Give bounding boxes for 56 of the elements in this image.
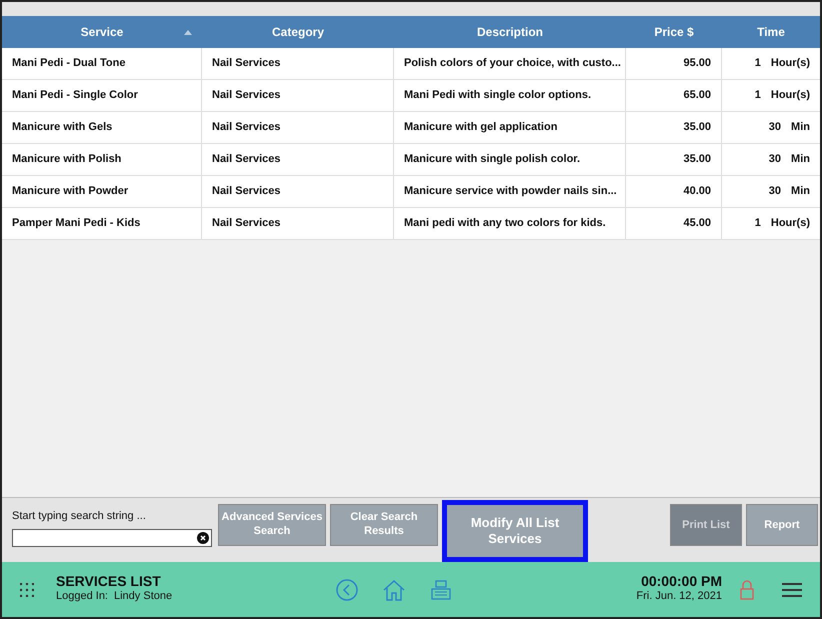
table-cell: Mani Pedi with single color options. [394, 80, 626, 111]
apps-grid-icon[interactable] [20, 582, 34, 596]
clock-time: 00:00:00 PM [641, 574, 722, 588]
table-cell: Manicure service with powder nails sin... [394, 176, 626, 207]
clear-icon[interactable] [197, 532, 209, 544]
duration-unit: Min [791, 120, 810, 136]
table-cell: 35.00 [626, 144, 722, 175]
table-cell: Nail Services [202, 112, 394, 143]
table-cell: Manicure with Gels [2, 112, 202, 143]
table-cell: Nail Services [202, 208, 394, 239]
search-field[interactable] [12, 528, 212, 546]
table-cell: 95.00 [626, 48, 722, 79]
table-cell: 35.00 [626, 112, 722, 143]
column-header[interactable]: Service [2, 16, 202, 48]
table-cell: 45.00 [626, 208, 722, 239]
table-cell: Nail Services [202, 80, 394, 111]
duration-value: 1 [754, 56, 761, 72]
duration-unit: Min [791, 184, 810, 200]
duration-value: 30 [768, 120, 782, 136]
table-cell: Manicure with Powder [2, 176, 202, 207]
table-cell: Nail Services [202, 144, 394, 175]
column-header[interactable]: Category [202, 16, 394, 48]
column-header[interactable]: Time [722, 16, 820, 48]
menu-icon[interactable] [782, 582, 802, 598]
clock-date: Fri. Jun. 12, 2021 [636, 589, 722, 604]
user-name: Lindy Stone [114, 589, 172, 604]
action-button[interactable]: Advanced Services Search [218, 504, 326, 546]
page-title: SERVICES LIST [56, 574, 162, 588]
action-button[interactable]: Clear Search Results [330, 504, 438, 546]
logged-in-label: Logged In: [56, 589, 108, 604]
table-cell: Manicure with gel application [394, 112, 626, 143]
table-cell: Pamper Mani Pedi - Kids [2, 208, 202, 239]
table-cell: Manicure with Polish [2, 144, 202, 175]
table-cell: Mani Pedi - Single Color [2, 80, 202, 111]
column-header[interactable]: Price $ [626, 16, 722, 48]
action-button[interactable]: Report [746, 504, 818, 546]
duration-value: 30 [768, 152, 782, 168]
sort-arrow-icon [184, 30, 192, 35]
duration-value: 1 [754, 88, 761, 104]
duration-unit: Hour(s) [770, 56, 810, 72]
table-cell: Mani Pedi - Dual Tone [2, 48, 202, 79]
table-cell: Manicure with single polish color. [394, 144, 626, 175]
duration-unit: Min [791, 152, 810, 168]
table-cell: 40.00 [626, 176, 722, 207]
duration-value: 1 [754, 216, 761, 232]
table-cell: 65.00 [626, 80, 722, 111]
search-label: Start typing search string ... [12, 509, 147, 524]
table-cell: Mani pedi with any two colors for kids. [394, 208, 626, 239]
duration-value: 30 [768, 184, 782, 200]
table-cell: Polish colors of your choice, with custo... [394, 48, 626, 79]
table-cell: Nail Services [202, 48, 394, 79]
action-button[interactable]: Modify All List Services [442, 500, 588, 562]
table-cell: Nail Services [202, 176, 394, 207]
duration-unit: Hour(s) [770, 216, 810, 232]
column-header[interactable]: Description [394, 16, 626, 48]
duration-unit: Hour(s) [770, 88, 810, 104]
